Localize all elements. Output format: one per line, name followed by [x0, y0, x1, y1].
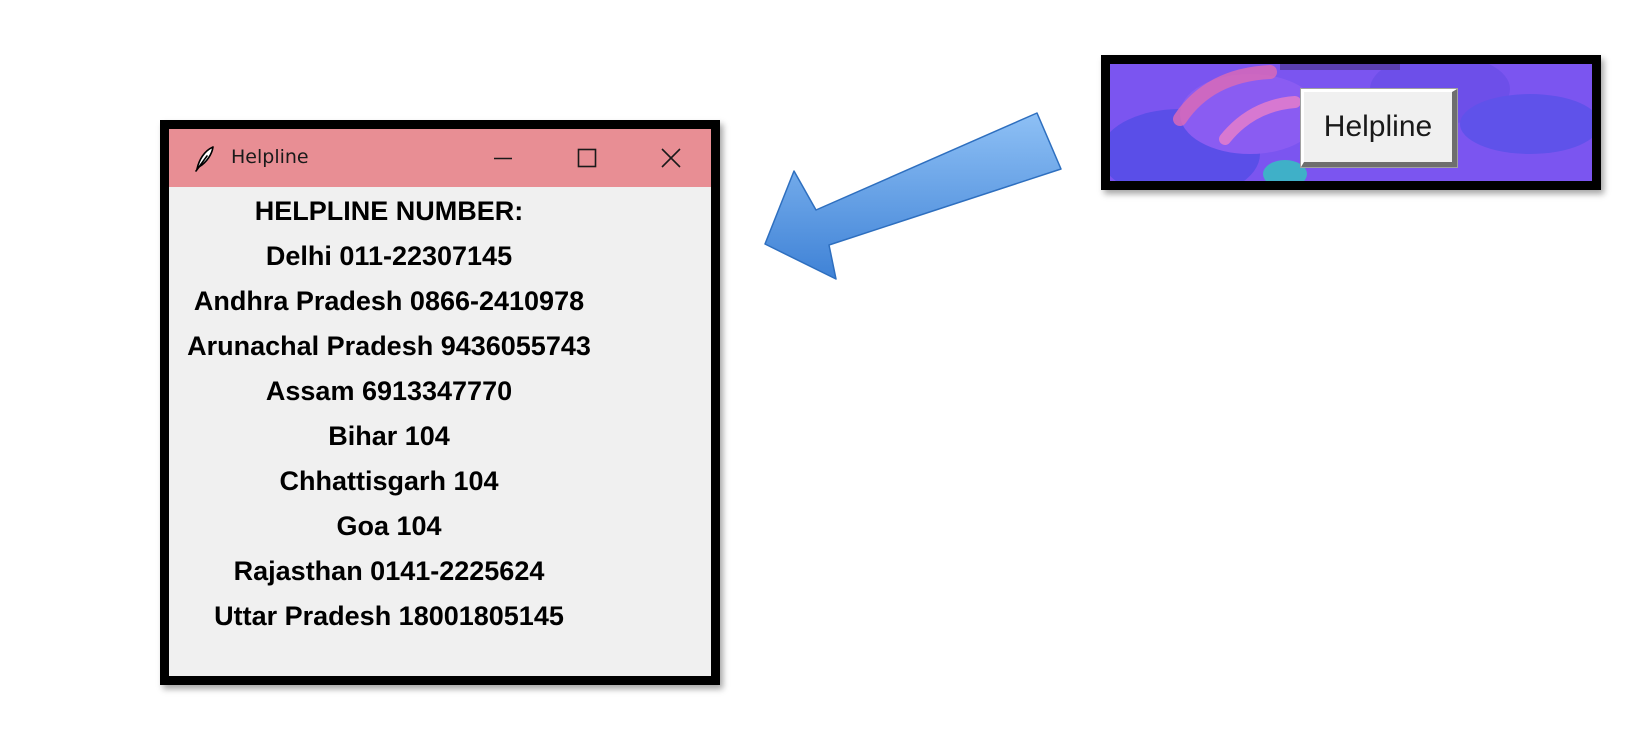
- helpline-entry: Goa 104: [336, 511, 442, 541]
- window-title: Helpline: [231, 146, 309, 168]
- helpline-button-snippet: Helpline: [1101, 55, 1601, 190]
- helpline-entry: Uttar Pradesh 18001805145: [214, 601, 564, 631]
- helpline-entry: Andhra Pradesh 0866-2410978: [193, 286, 585, 316]
- minimize-icon: [494, 157, 512, 160]
- maximize-icon: [577, 148, 597, 168]
- helpline-heading: HELPLINE NUMBER:: [254, 196, 524, 226]
- close-icon: [661, 148, 681, 168]
- helpline-entry: Chhattisgarh 104: [279, 466, 499, 496]
- helpline-window: Helpline HELPLINE NUMBER: Delhi 011-2230…: [160, 120, 720, 685]
- minimize-button[interactable]: [469, 129, 537, 187]
- helpline-content: HELPLINE NUMBER: Delhi 011-22307145 Andh…: [169, 187, 711, 676]
- close-button[interactable]: [637, 129, 705, 187]
- maximize-button[interactable]: [553, 129, 621, 187]
- title-bar[interactable]: Helpline: [169, 129, 711, 187]
- helpline-entry: Rajasthan 0141-2225624: [233, 556, 545, 586]
- helpline-entry: Bihar 104: [328, 421, 450, 451]
- helpline-entry: Delhi 011-22307145: [265, 241, 513, 271]
- feather-icon: [195, 146, 214, 172]
- helpline-button[interactable]: Helpline: [1300, 88, 1458, 168]
- helpline-entry: Arunachal Pradesh 9436055743: [187, 331, 591, 361]
- helpline-entry: Assam 6913347770: [265, 376, 513, 406]
